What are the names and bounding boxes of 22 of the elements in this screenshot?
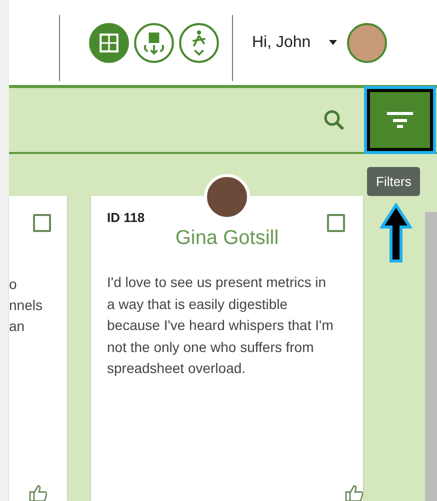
checkbox[interactable] [327, 214, 345, 232]
filter-icon[interactable] [387, 111, 413, 129]
nav-icon[interactable] [133, 22, 175, 64]
thumbs-up-icon[interactable] [29, 485, 47, 501]
caret-icon[interactable] [328, 40, 337, 45]
card-text: o [9, 275, 18, 294]
thumbs-up-icon[interactable] [345, 485, 363, 501]
filter-button[interactable] [367, 89, 433, 151]
card-text: I'd love to see us present metrics in a way that is easily digestible because I've heard whispers that I'm not the only one who suffers from spreadsheet overload. [107, 273, 334, 378]
card-text: nnels [9, 296, 42, 315]
search-icon[interactable] [323, 109, 345, 131]
card-text: an [9, 317, 26, 336]
scrollbar[interactable] [425, 212, 437, 501]
tooltip: Filters [367, 167, 420, 196]
card-id: ID 118 [107, 210, 145, 225]
person-name: Gina Gotsill [175, 227, 279, 250]
nav-icon[interactable] [88, 22, 130, 64]
avatar-placeholder[interactable] [346, 22, 387, 62]
checkbox[interactable] [33, 214, 51, 232]
arrow-icon [380, 203, 412, 263]
user-greeting[interactable]: Hi, John [252, 34, 311, 52]
nav-icon[interactable] [178, 22, 220, 64]
